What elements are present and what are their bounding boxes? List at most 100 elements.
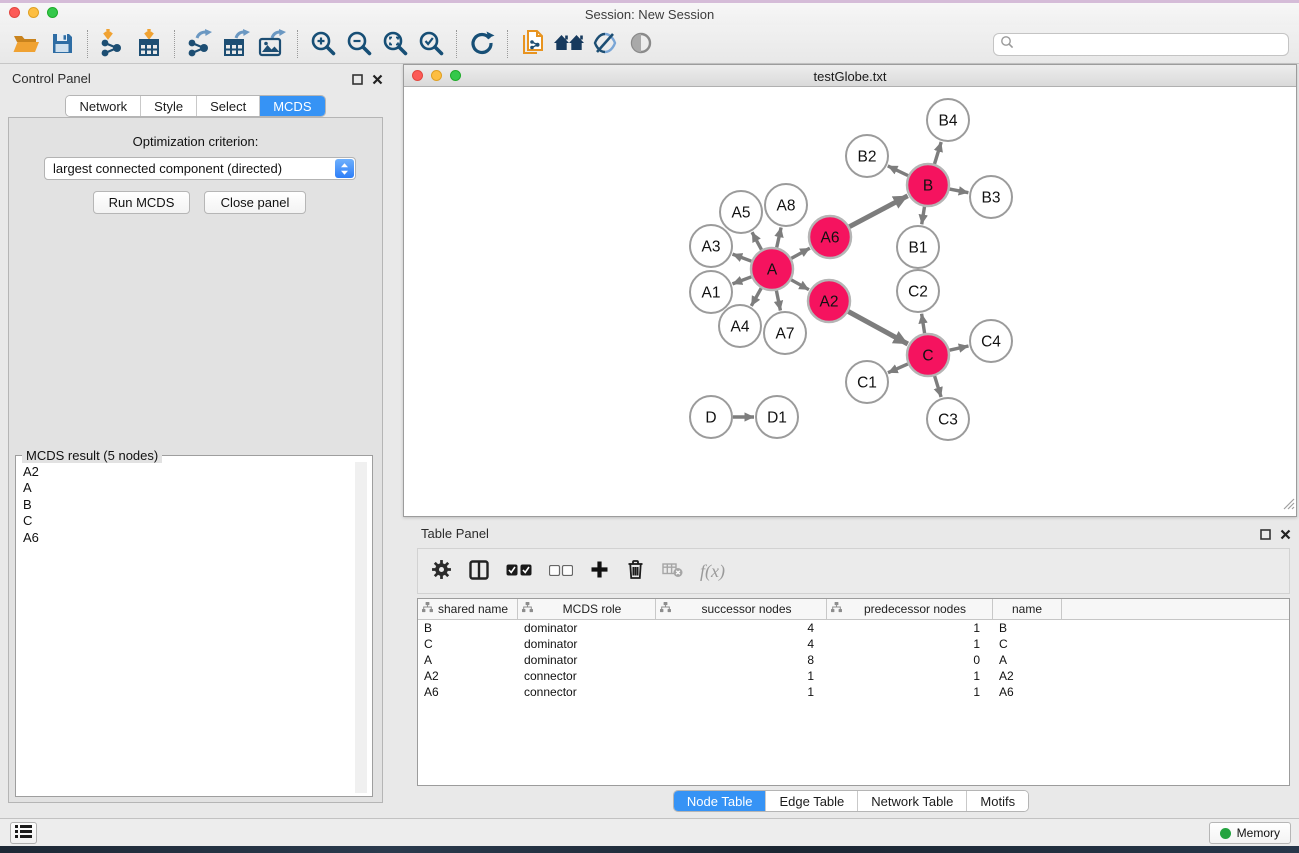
result-list-item[interactable]: B (18, 497, 352, 513)
tab-network-table[interactable]: Network Table (857, 791, 966, 811)
export-image-button[interactable] (254, 27, 290, 61)
table-cell[interactable]: A (418, 653, 518, 667)
node-A8[interactable]: A8 (765, 184, 807, 226)
column-header-predecessor-nodes[interactable]: predecessor nodes (827, 599, 993, 619)
table-cell[interactable]: C (993, 637, 1062, 651)
memory-button[interactable]: Memory (1209, 822, 1291, 844)
edge-A-A8[interactable] (777, 228, 781, 248)
table-cell[interactable]: A2 (418, 669, 518, 683)
table-cell[interactable]: A2 (993, 669, 1062, 683)
criterion-select[interactable]: largest connected component (directed) (44, 157, 356, 180)
table-cell[interactable]: 1 (827, 685, 993, 699)
tab-motifs[interactable]: Motifs (966, 791, 1028, 811)
edge-A-A5[interactable] (752, 232, 762, 250)
result-list-item[interactable]: A (18, 480, 352, 496)
tab-node-table[interactable]: Node Table (674, 791, 766, 811)
network-canvas[interactable]: AA1A2A3A4A5A6A7A8BB1B2B3B4CC1C2C3C4DD1 (404, 87, 1296, 516)
edge-A-A1[interactable] (733, 277, 752, 284)
node-B1[interactable]: B1 (897, 226, 939, 268)
column-header-name[interactable]: name (993, 599, 1062, 619)
deselect-all-rows-button[interactable] (549, 564, 573, 579)
edge-A6-B[interactable] (849, 196, 907, 227)
node-B4[interactable]: B4 (927, 99, 969, 141)
tab-style[interactable]: Style (140, 96, 196, 116)
refresh-button[interactable] (464, 27, 500, 61)
zoom-out-button[interactable] (341, 27, 377, 61)
table-cell[interactable]: dominator (518, 653, 656, 667)
show-all-networks-button[interactable] (551, 27, 587, 61)
table-cell[interactable]: C (418, 637, 518, 651)
node-C3[interactable]: C3 (927, 398, 969, 440)
node-D[interactable]: D (690, 396, 732, 438)
table-cell[interactable]: A6 (993, 685, 1062, 699)
edge-B-B4[interactable] (935, 142, 942, 164)
save-session-button[interactable] (44, 27, 80, 61)
run-mcds-button[interactable]: Run MCDS (93, 191, 190, 214)
table-cell[interactable]: 4 (656, 637, 827, 651)
table-cell[interactable]: connector (518, 669, 656, 683)
table-row[interactable]: Cdominator41C (418, 636, 1289, 652)
delete-table-button[interactable] (662, 561, 683, 581)
column-header-MCDS-role[interactable]: MCDS role (518, 599, 656, 619)
export-table-button[interactable] (218, 27, 254, 61)
edge-A-A3[interactable] (733, 254, 752, 261)
edge-A-A4[interactable] (751, 288, 761, 306)
node-A6[interactable]: A6 (809, 216, 851, 258)
create-column-button[interactable] (590, 560, 609, 582)
zoom-in-button[interactable] (305, 27, 341, 61)
table-row[interactable]: Bdominator41B (418, 620, 1289, 636)
edge-B-B1[interactable] (922, 207, 925, 225)
resize-grip-icon[interactable] (1282, 497, 1295, 515)
search-box[interactable] (993, 33, 1289, 56)
close-panel-button[interactable]: Close panel (204, 191, 306, 214)
duplicate-network-button[interactable] (515, 27, 551, 61)
table-cell[interactable]: 1 (827, 621, 993, 635)
node-A7[interactable]: A7 (764, 312, 806, 354)
column-header-successor-nodes[interactable]: successor nodes (656, 599, 827, 619)
close-table-panel-icon[interactable] (1280, 527, 1291, 545)
table-cell[interactable]: 0 (827, 653, 993, 667)
float-panel-icon[interactable] (352, 72, 363, 90)
node-C[interactable]: C (907, 334, 949, 376)
table-cell[interactable]: A (993, 653, 1062, 667)
edge-A-A7[interactable] (776, 291, 780, 311)
node-C4[interactable]: C4 (970, 320, 1012, 362)
edge-C-C1[interactable] (888, 364, 908, 373)
edge-C-C3[interactable] (935, 376, 942, 397)
node-B3[interactable]: B3 (970, 176, 1012, 218)
node-B2[interactable]: B2 (846, 135, 888, 177)
table-row[interactable]: A2connector11A2 (418, 668, 1289, 684)
node-A2[interactable]: A2 (808, 280, 850, 322)
edge-A2-C[interactable] (848, 312, 908, 345)
table-cell[interactable]: 1 (827, 637, 993, 651)
result-scrollbar[interactable] (355, 462, 367, 793)
import-network-button[interactable] (95, 27, 131, 61)
node-D1[interactable]: D1 (756, 396, 798, 438)
search-input[interactable] (1018, 38, 1288, 52)
table-cell[interactable]: 8 (656, 653, 827, 667)
close-panel-icon[interactable] (372, 72, 383, 90)
edge-B-B3[interactable] (950, 189, 969, 193)
table-settings-button[interactable] (431, 559, 452, 583)
node-B[interactable]: B (907, 164, 949, 206)
tab-select[interactable]: Select (196, 96, 259, 116)
zoom-fit-button[interactable] (377, 27, 413, 61)
table-cell[interactable]: 4 (656, 621, 827, 635)
zoom-selected-button[interactable] (413, 27, 449, 61)
function-builder-button[interactable]: f(x) (700, 561, 725, 582)
node-A5[interactable]: A5 (720, 191, 762, 233)
hide-panels-button[interactable] (587, 27, 623, 61)
mcds-result-list[interactable]: A2ABCA6 (18, 464, 352, 794)
node-A[interactable]: A (751, 248, 793, 290)
export-network-button[interactable] (182, 27, 218, 61)
edge-C-C4[interactable] (950, 346, 969, 350)
tab-network[interactable]: Network (66, 96, 140, 116)
table-cell[interactable]: connector (518, 685, 656, 699)
float-table-panel-icon[interactable] (1260, 527, 1271, 545)
tab-edge-table[interactable]: Edge Table (765, 791, 857, 811)
table-cell[interactable]: 1 (656, 669, 827, 683)
show-column-panel-button[interactable] (469, 560, 489, 583)
node-A4[interactable]: A4 (719, 305, 761, 347)
table-cell[interactable]: B (418, 621, 518, 635)
column-header-shared-name[interactable]: shared name (418, 599, 518, 619)
